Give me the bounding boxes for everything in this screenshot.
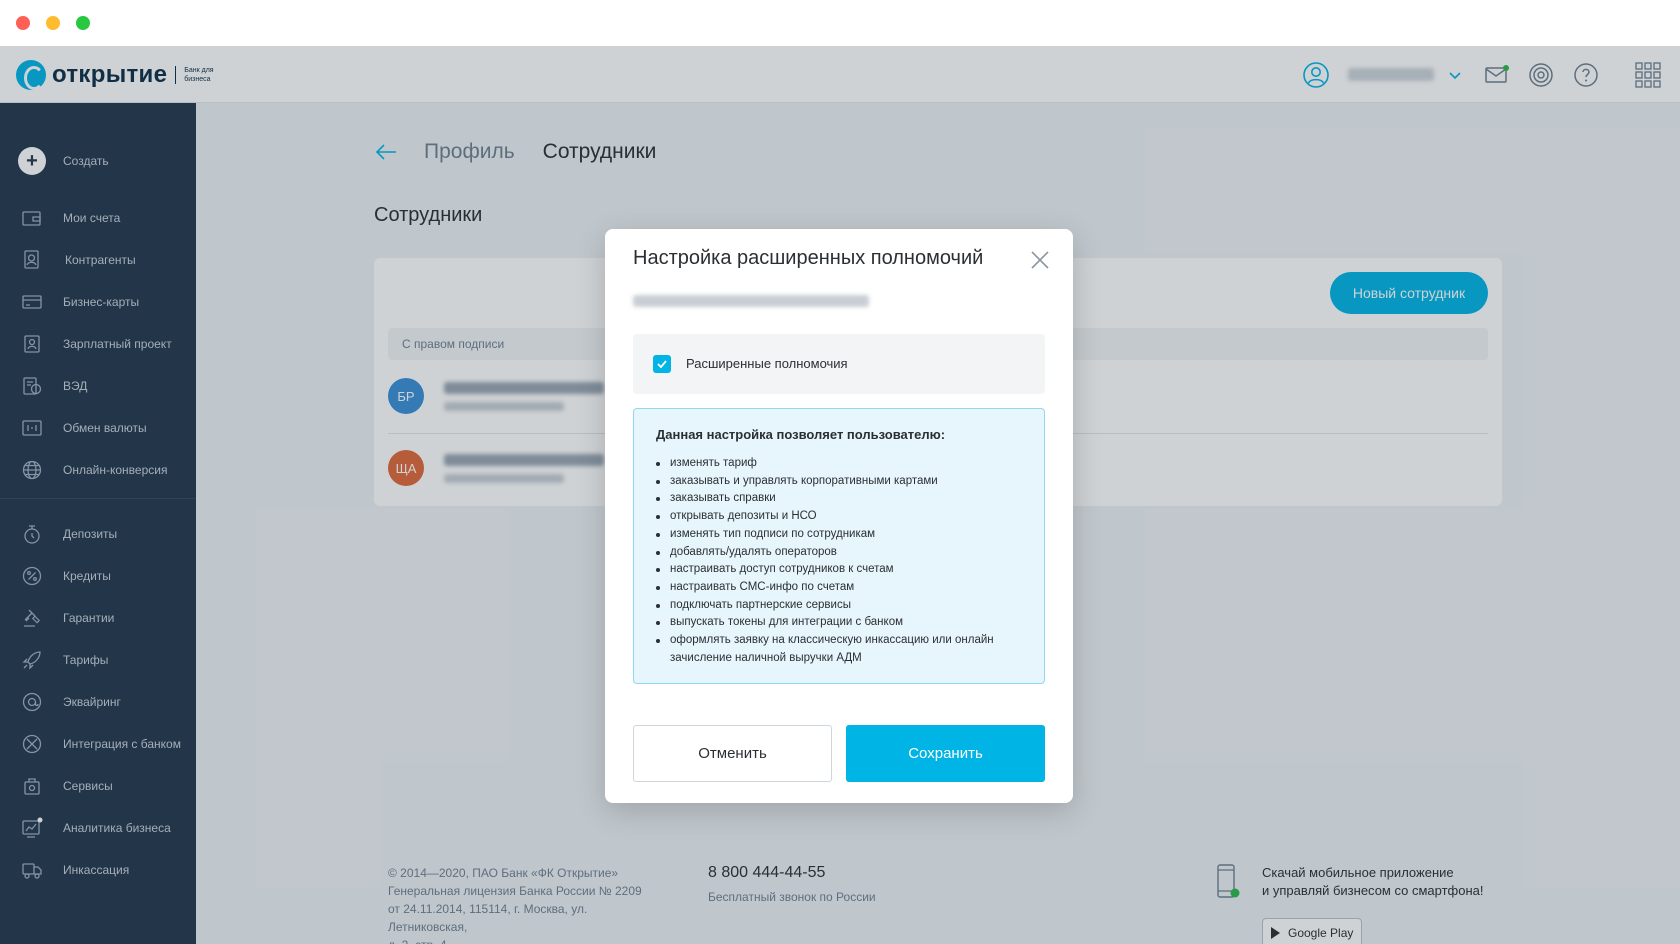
- extended-permissions-dialog: Настройка расширенных полномочий Расшире…: [605, 229, 1073, 803]
- list-item: изменять тариф: [656, 455, 1026, 473]
- list-item: заказывать справки: [656, 490, 1026, 508]
- permissions-info-box: Данная настройка позволяет пользователю:…: [633, 408, 1045, 684]
- window-maximize-button[interactable]: [76, 16, 90, 30]
- save-button[interactable]: Сохранить: [846, 725, 1045, 782]
- checkbox-label[interactable]: Расширенные полномочия: [686, 356, 848, 371]
- window-titlebar: [0, 0, 1680, 46]
- window-close-button[interactable]: [16, 16, 30, 30]
- list-item: открывать депозиты и НСО: [656, 508, 1026, 526]
- list-item: заказывать и управлять корпоративными ка…: [656, 473, 1026, 491]
- info-title: Данная настройка позволяет пользователю:: [656, 427, 946, 442]
- list-item: выпускать токены для интеграции с банком: [656, 614, 1026, 632]
- list-item: подключать партнерские сервисы: [656, 597, 1026, 615]
- list-item: изменять тип подписи по сотрудникам: [656, 526, 1026, 544]
- checkbox-checked[interactable]: [653, 355, 671, 373]
- list-item: настраивать СМС-инфо по счетам: [656, 579, 1026, 597]
- permissions-list: изменять тариф заказывать и управлять ко…: [656, 455, 1026, 667]
- close-icon[interactable]: [1029, 249, 1051, 271]
- window-minimize-button[interactable]: [46, 16, 60, 30]
- cancel-button[interactable]: Отменить: [633, 725, 832, 782]
- list-item: оформлять заявку на классическую инкасса…: [656, 632, 1026, 667]
- list-item: добавлять/удалять операторов: [656, 544, 1026, 562]
- employee-name-redacted: [633, 295, 869, 307]
- dialog-title: Настройка расширенных полномочий: [633, 247, 984, 269]
- extended-permissions-toggle[interactable]: Расширенные полномочия: [633, 334, 1045, 394]
- list-item: настраивать доступ сотрудников к счетам: [656, 561, 1026, 579]
